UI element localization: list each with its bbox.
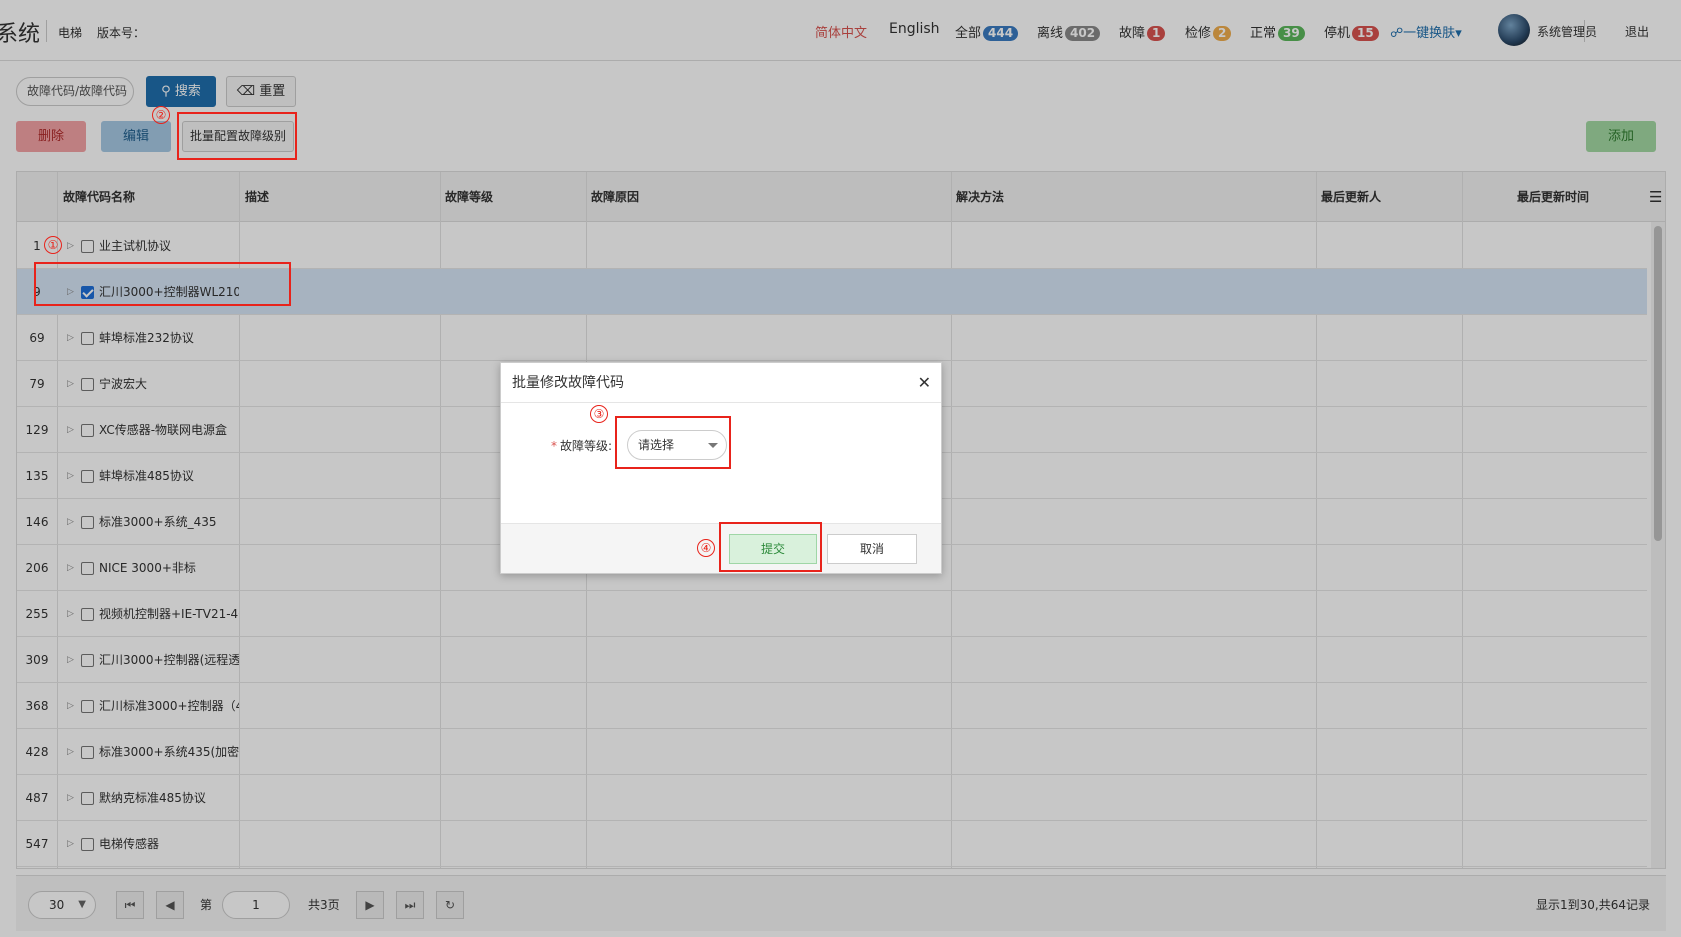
- step-marker-4: ④: [697, 539, 715, 557]
- modal-title: 批量修改故障代码: [512, 375, 624, 391]
- fault-level-label-text: 故障等级:: [560, 439, 613, 453]
- step-marker-3: ③: [590, 405, 608, 423]
- modal-header: 批量修改故障代码 ✕: [501, 363, 941, 403]
- cancel-button[interactable]: 取消: [827, 534, 917, 564]
- step-marker-2: ②: [152, 106, 170, 124]
- annotation-box-step4: [719, 522, 822, 572]
- annotation-box-step2: [177, 112, 297, 160]
- fault-level-label: * 故障等级:: [551, 437, 612, 454]
- close-icon[interactable]: ✕: [918, 363, 931, 403]
- step-marker-1: ①: [44, 236, 62, 254]
- annotation-box-step1: [34, 262, 291, 306]
- required-mark: *: [551, 439, 557, 453]
- annotation-box-step3: [615, 416, 731, 469]
